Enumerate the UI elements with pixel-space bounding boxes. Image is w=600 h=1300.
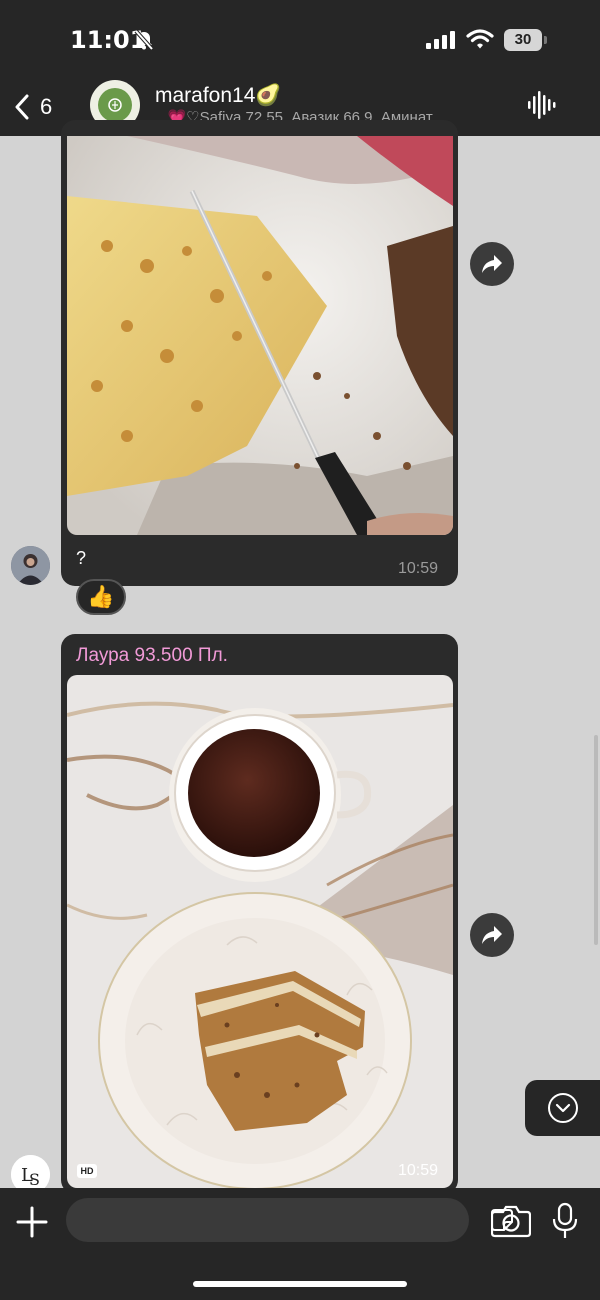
status-bar: 11:01 30 [0,0,600,80]
back-button[interactable]: 6 [14,90,74,124]
chevron-left-icon [15,94,29,120]
home-indicator[interactable] [193,1281,407,1287]
scroll-to-bottom-button[interactable] [525,1080,600,1136]
group-title[interactable]: marafon14🥑 [155,84,282,108]
chevron-down-circle-icon [547,1093,578,1123]
message-time: 10:59 [398,1162,439,1179]
share-arrow-icon [482,255,502,273]
scroll-indicator [594,735,598,945]
battery-icon: 30 [504,29,548,51]
muted-bell-icon [134,29,154,51]
cake-photo[interactable] [67,136,453,535]
svg-text:S: S [29,1170,40,1189]
plus-icon[interactable] [14,1204,50,1240]
unread-count: 6 [40,94,53,119]
tea-and-cake-photo[interactable] [67,675,453,1188]
share-arrow-icon [482,926,502,944]
message-input-bar [0,1188,600,1300]
camera-icon[interactable] [491,1204,531,1238]
reaction-thumbs-up[interactable]: 👍 [76,579,126,615]
cellular-signal-icon [426,31,455,49]
wifi-icon [466,29,494,49]
voice-chat-icon[interactable] [527,90,557,120]
message-time: 10:59 [398,560,439,577]
sender-name[interactable]: Лаура 93.500 Пл. [76,645,228,667]
message-input[interactable] [66,1198,513,1242]
hd-badge: HD [77,1164,97,1178]
microphone-icon[interactable] [551,1202,579,1240]
forward-button[interactable] [470,913,514,957]
group-avatar-logo [98,88,132,122]
message-text: ? [76,548,87,568]
sender-avatar[interactable] [11,546,50,585]
battery-level: 30 [504,29,542,51]
battery-tip [544,36,547,44]
forward-button[interactable] [470,242,514,286]
